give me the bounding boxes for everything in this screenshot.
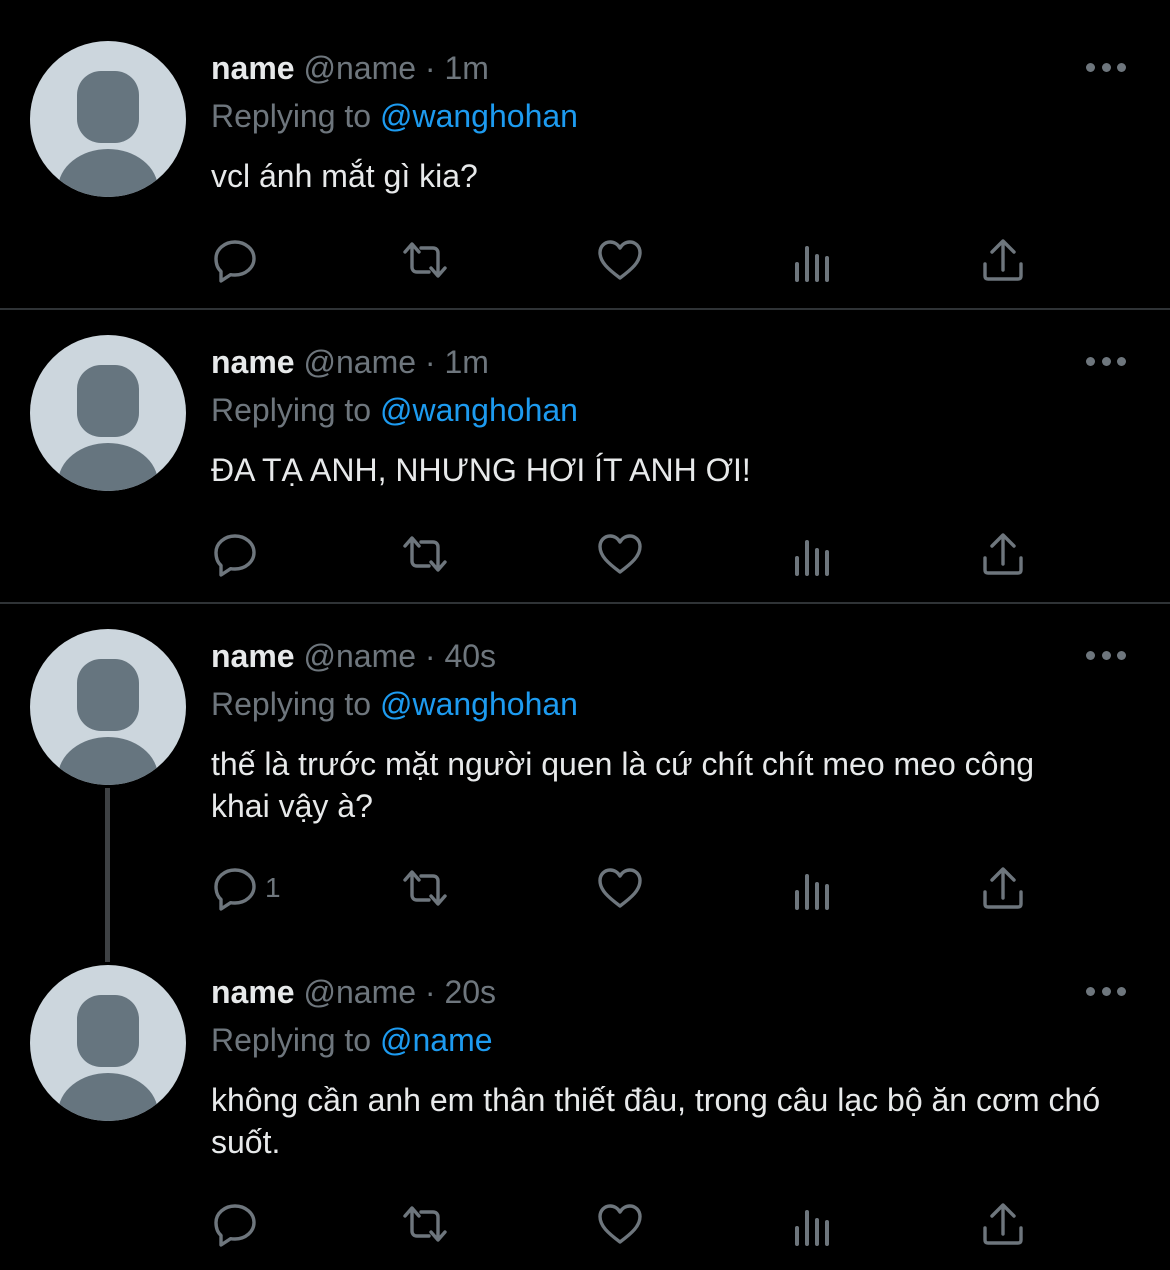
retweet-button[interactable] bbox=[401, 863, 449, 913]
retweet-icon bbox=[403, 536, 447, 572]
reply-button[interactable]: 1 bbox=[211, 863, 281, 913]
reply-button[interactable] bbox=[211, 1199, 265, 1249]
tweet-text: thế là trước mặt người quen là cứ chít c… bbox=[211, 746, 1035, 824]
divider bbox=[0, 602, 1170, 604]
analytics-icon bbox=[795, 246, 829, 282]
display-name[interactable]: name bbox=[211, 50, 295, 86]
replying-to-label: Replying to bbox=[211, 98, 372, 134]
replying-to: Replying to @name bbox=[211, 1020, 493, 1060]
replying-to: Replying to @wanghohan bbox=[211, 684, 578, 724]
reply-icon bbox=[214, 240, 256, 283]
timestamp[interactable]: 20s bbox=[444, 974, 496, 1010]
more-options-icon[interactable] bbox=[1086, 63, 1126, 75]
user-handle[interactable]: @name bbox=[303, 50, 416, 86]
replying-to-label: Replying to bbox=[211, 392, 372, 428]
analytics-icon bbox=[795, 1210, 829, 1246]
share-icon bbox=[983, 239, 1023, 281]
default-avatar-icon[interactable] bbox=[30, 335, 186, 491]
timestamp[interactable]: 1m bbox=[444, 50, 488, 86]
timestamp[interactable]: 1m bbox=[444, 344, 488, 380]
share-icon bbox=[983, 533, 1023, 575]
like-button[interactable] bbox=[596, 529, 644, 579]
analytics-button[interactable] bbox=[789, 1199, 837, 1249]
tweet-header: name @name · 40s bbox=[211, 636, 496, 676]
mention-link[interactable]: @wanghohan bbox=[380, 98, 578, 134]
user-handle[interactable]: @name bbox=[303, 638, 416, 674]
divider bbox=[0, 308, 1170, 310]
like-icon bbox=[598, 240, 642, 280]
display-name[interactable]: name bbox=[211, 638, 295, 674]
user-handle[interactable]: @name bbox=[303, 974, 416, 1010]
tweet-header: name @name · 1m bbox=[211, 342, 489, 382]
more-options-icon[interactable] bbox=[1086, 651, 1126, 663]
reply-button[interactable] bbox=[211, 235, 265, 285]
share-button[interactable] bbox=[979, 529, 1027, 579]
display-name[interactable]: name bbox=[211, 974, 295, 1010]
meta-separator: · bbox=[424, 638, 436, 674]
default-avatar-icon[interactable] bbox=[30, 41, 186, 197]
retweet-icon bbox=[403, 870, 447, 906]
tweet-header: name @name · 20s bbox=[211, 972, 496, 1012]
retweet-button[interactable] bbox=[401, 235, 449, 285]
like-button[interactable] bbox=[596, 863, 644, 913]
share-button[interactable] bbox=[979, 235, 1027, 285]
like-icon bbox=[598, 534, 642, 574]
default-avatar-icon[interactable] bbox=[30, 965, 186, 1121]
reply-icon bbox=[214, 868, 256, 911]
thread-connector bbox=[105, 788, 110, 962]
meta-separator: · bbox=[424, 50, 436, 86]
more-options-icon[interactable] bbox=[1086, 987, 1126, 999]
replying-to-label: Replying to bbox=[211, 1022, 372, 1058]
default-avatar-icon[interactable] bbox=[30, 629, 186, 785]
reply-button[interactable] bbox=[211, 529, 265, 579]
share-button[interactable] bbox=[979, 1199, 1027, 1249]
more-options-icon[interactable] bbox=[1086, 357, 1126, 369]
timestamp[interactable]: 40s bbox=[444, 638, 496, 674]
analytics-button[interactable] bbox=[789, 235, 837, 285]
analytics-icon bbox=[795, 874, 829, 910]
mention-link[interactable]: @wanghohan bbox=[380, 392, 578, 428]
share-icon bbox=[983, 867, 1023, 909]
share-icon bbox=[983, 1203, 1023, 1245]
mention-link[interactable]: @wanghohan bbox=[380, 686, 578, 722]
reply-icon bbox=[214, 1204, 256, 1247]
analytics-button[interactable] bbox=[789, 863, 837, 913]
like-icon bbox=[598, 1204, 642, 1244]
tweet-text: không cần anh em thân thiết đâu, trong c… bbox=[211, 1082, 1101, 1160]
mention-link[interactable]: @name bbox=[380, 1022, 493, 1058]
retweet-button[interactable] bbox=[401, 529, 449, 579]
like-button[interactable] bbox=[596, 235, 644, 285]
retweet-icon bbox=[403, 242, 447, 278]
retweet-button[interactable] bbox=[401, 1199, 449, 1249]
analytics-button[interactable] bbox=[789, 529, 837, 579]
like-icon bbox=[598, 868, 642, 908]
replying-to: Replying to @wanghohan bbox=[211, 96, 578, 136]
meta-separator: · bbox=[424, 344, 436, 380]
analytics-icon bbox=[795, 540, 829, 576]
tweet-text: ĐA TẠ ANH, NHƯNG HƠI ÍT ANH ƠI! bbox=[211, 452, 751, 488]
action-bar bbox=[211, 235, 1071, 285]
retweet-icon bbox=[403, 1206, 447, 1242]
like-button[interactable] bbox=[596, 1199, 644, 1249]
reply-icon bbox=[214, 534, 256, 577]
action-bar bbox=[211, 1199, 1071, 1249]
tweet-text: vcl ánh mắt gì kia? bbox=[211, 158, 478, 194]
action-bar bbox=[211, 529, 1071, 579]
tweet-header: name @name · 1m bbox=[211, 48, 489, 88]
meta-separator: · bbox=[424, 974, 436, 1010]
replying-to-label: Replying to bbox=[211, 686, 372, 722]
share-button[interactable] bbox=[979, 863, 1027, 913]
action-bar: 1 bbox=[211, 863, 1071, 913]
user-handle[interactable]: @name bbox=[303, 344, 416, 380]
display-name[interactable]: name bbox=[211, 344, 295, 380]
replying-to: Replying to @wanghohan bbox=[211, 390, 578, 430]
reply-count: 1 bbox=[265, 872, 281, 903]
